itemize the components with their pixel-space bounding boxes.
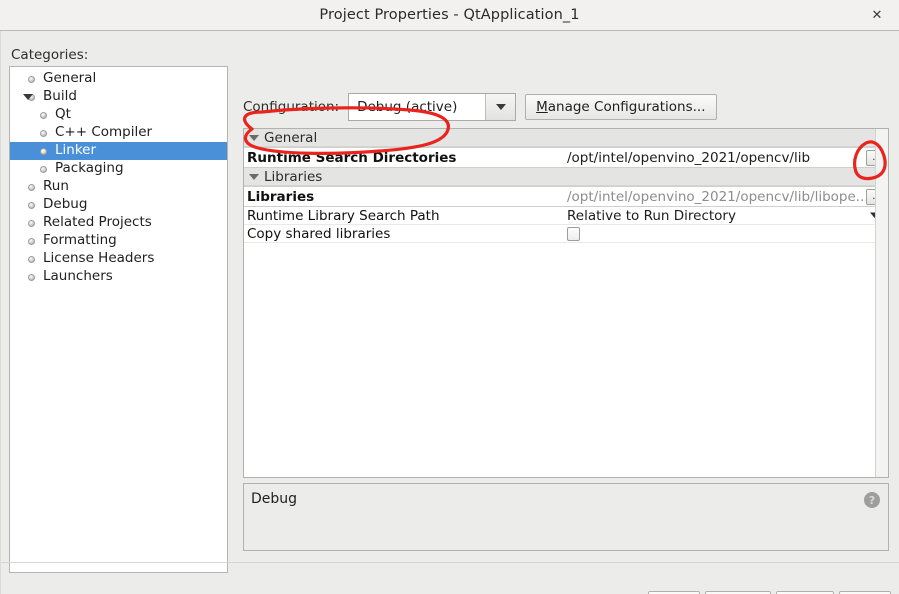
tree-node-icon xyxy=(40,165,47,173)
sidebar-item-label: Build xyxy=(43,88,77,105)
tree-node-icon xyxy=(40,111,47,119)
close-icon[interactable]: ✕ xyxy=(867,5,887,25)
project-properties-dialog: Project Properties - QtApplication_1 ✕ C… xyxy=(0,0,899,594)
property-name: Runtime Search Directories xyxy=(247,149,457,166)
manage-configurations-mnemonic: M xyxy=(536,99,548,115)
categories-tree[interactable]: General Build Qt C++ Compiler Linker Packagin… xyxy=(9,66,228,573)
sidebar-item-general[interactable]: General xyxy=(10,70,227,88)
sidebar-item-label: Run xyxy=(43,178,69,195)
sidebar-item-label: Launchers xyxy=(43,268,113,285)
property-value[interactable]: Relative to Run Directory xyxy=(566,208,888,224)
chevron-down-icon[interactable] xyxy=(485,94,516,120)
tree-node-icon xyxy=(28,237,35,245)
sidebar-item-c-compiler[interactable]: C++ Compiler xyxy=(10,124,227,142)
title-bar: Project Properties - QtApplication_1 ✕ xyxy=(0,0,899,31)
table-row[interactable]: Copy shared libraries xyxy=(244,225,888,243)
property-value[interactable]: /opt/intel/openvino_2021/opencv/lib/libo… xyxy=(566,189,888,205)
properties-scrollbar[interactable] xyxy=(875,129,888,477)
configuration-label: Configuration: xyxy=(243,99,340,115)
sidebar-item-label: Linker xyxy=(55,142,97,159)
sidebar-item-label: Formatting xyxy=(43,232,117,249)
description-text: Debug xyxy=(251,491,298,507)
property-group-libraries[interactable]: Libraries xyxy=(244,168,888,186)
sidebar-item-label: License Headers xyxy=(43,250,155,267)
sidebar-item-linker[interactable]: Linker xyxy=(10,142,227,160)
configuration-row: Configuration: Debug (active) Manage Con… xyxy=(243,93,717,121)
property-group-label: General xyxy=(264,129,318,146)
sidebar-item-label: General xyxy=(43,70,97,87)
description-panel: Debug ? xyxy=(243,483,889,551)
configuration-value: Debug (active) xyxy=(357,99,458,115)
categories-label: Categories: xyxy=(11,47,89,63)
sidebar-item-packaging[interactable]: Packaging xyxy=(10,160,227,178)
property-value[interactable]: /opt/intel/openvino_2021/opencv/lib xyxy=(566,150,888,166)
sidebar-item-build[interactable]: Build xyxy=(10,88,227,106)
table-row[interactable]: Runtime Search Directories/opt/intel/ope… xyxy=(244,147,888,168)
dialog-body: Categories: General Build Qt C++ Compiler Li… xyxy=(0,31,899,594)
table-row[interactable]: Libraries/opt/intel/openvino_2021/opencv… xyxy=(244,186,888,207)
sidebar-item-run[interactable]: Run xyxy=(10,178,227,196)
property-name: Libraries xyxy=(247,188,315,205)
property-name: Runtime Library Search Path xyxy=(247,207,440,224)
copy-shared-libraries-checkbox[interactable] xyxy=(567,226,580,241)
tree-node-icon xyxy=(40,129,47,137)
sidebar-item-debug[interactable]: Debug xyxy=(10,196,227,214)
sidebar-item-launchers[interactable]: Launchers xyxy=(10,268,227,286)
tree-node-icon xyxy=(28,183,35,191)
tree-node-icon xyxy=(28,255,35,263)
property-group-label: Libraries xyxy=(264,168,323,185)
sidebar-item-formatting[interactable]: Formatting xyxy=(10,232,227,250)
sidebar-item-label: Debug xyxy=(43,196,88,213)
tree-node-icon xyxy=(40,147,47,155)
table-row[interactable]: Runtime Library Search Path Relative to R… xyxy=(244,207,888,225)
tree-node-icon xyxy=(28,75,35,83)
properties-table[interactable]: General Runtime Search Directories/opt/in… xyxy=(243,128,889,478)
sidebar-item-label: Qt xyxy=(55,106,71,123)
sidebar-item-label: Related Projects xyxy=(43,214,152,231)
manage-configurations-label: anage Configurations... xyxy=(547,99,706,115)
sidebar-item-related-projects[interactable]: Related Projects xyxy=(10,214,227,232)
manage-configurations-button[interactable]: Manage Configurations... xyxy=(525,94,717,120)
tree-node-icon xyxy=(28,201,35,209)
help-icon[interactable]: ? xyxy=(864,492,880,508)
sidebar-item-label: C++ Compiler xyxy=(55,124,153,141)
window-title: Project Properties - QtApplication_1 xyxy=(319,7,580,23)
tree-node-icon xyxy=(28,219,35,227)
group-collapse-icon[interactable] xyxy=(249,173,259,180)
sidebar-item-qt[interactable]: Qt xyxy=(10,106,227,124)
property-group-general[interactable]: General xyxy=(244,129,888,147)
group-collapse-icon[interactable] xyxy=(249,134,259,141)
configuration-select[interactable]: Debug (active) xyxy=(348,93,517,121)
sidebar-item-license-headers[interactable]: License Headers xyxy=(10,250,227,268)
property-name: Copy shared libraries xyxy=(247,225,391,242)
tree-expander-icon[interactable] xyxy=(23,94,33,100)
tree-node-icon xyxy=(28,273,35,281)
footer-divider xyxy=(0,562,899,563)
sidebar-item-label: Packaging xyxy=(55,160,124,177)
